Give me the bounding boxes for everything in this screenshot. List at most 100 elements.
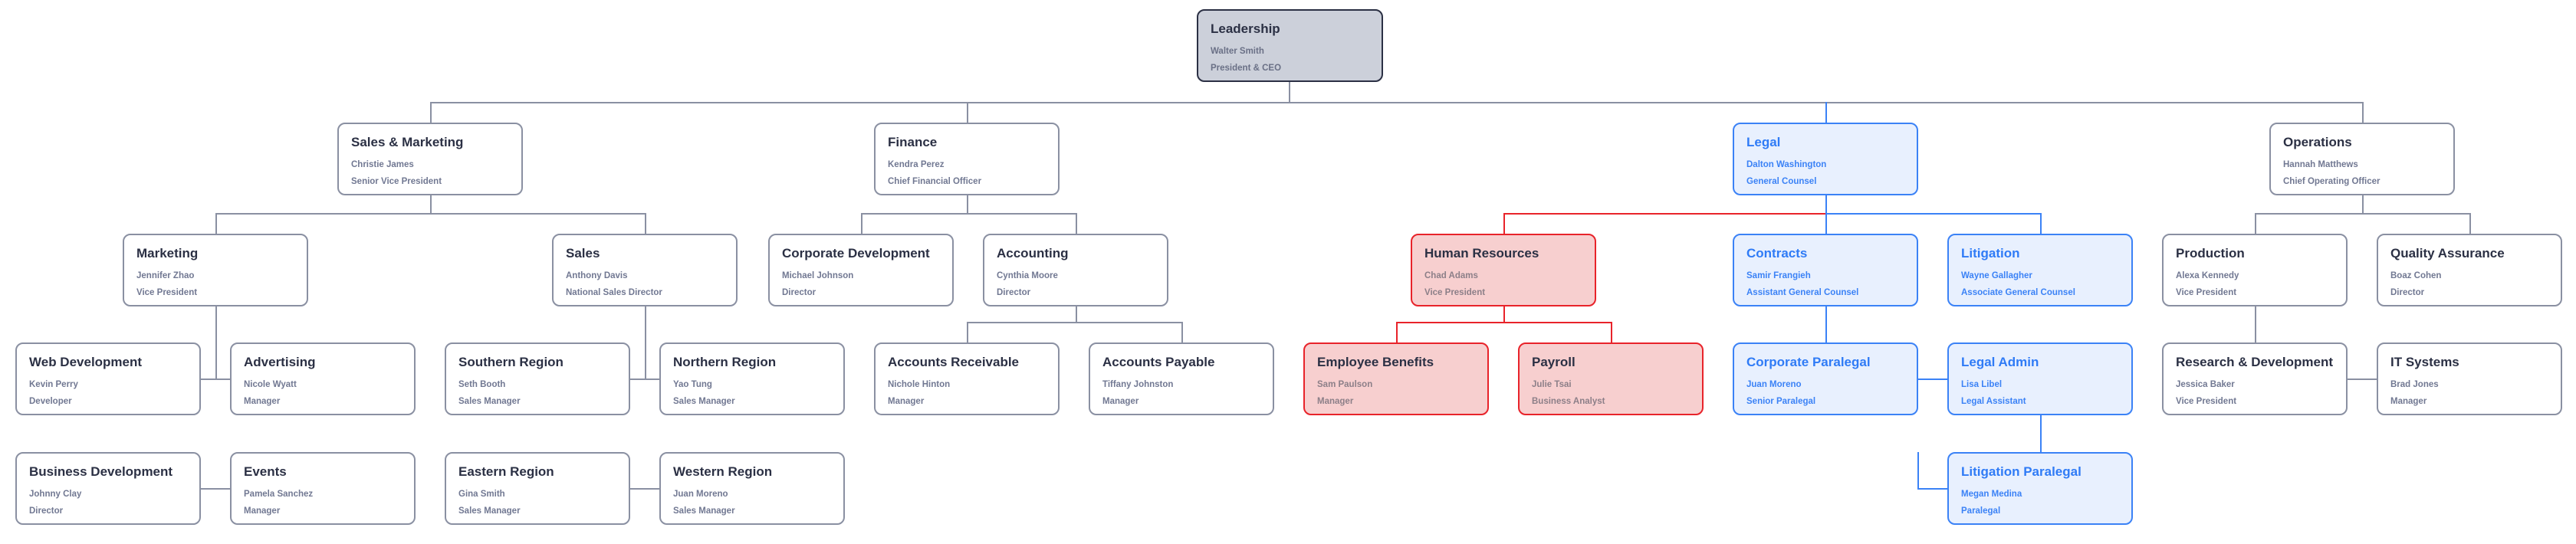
org-node-employee-benefits[interactable]: Employee Benefits Sam Paulson Manager xyxy=(1303,342,1489,415)
org-node-litigation-paralegal[interactable]: Litigation Paralegal Megan Medina Paralega… xyxy=(1947,452,2133,525)
connector-hr-bus xyxy=(1396,322,1611,323)
node-person-name: Jennifer Zhao xyxy=(136,270,195,280)
node-person-name: Nichole Hinton xyxy=(888,379,951,389)
node-person-name: Pamela Sanchez xyxy=(244,489,314,499)
org-node-accounting[interactable]: Accounting Cynthia Moore Director xyxy=(983,234,1168,306)
org-node-legal[interactable]: Legal Dalton Washington General Counsel xyxy=(1733,123,1918,195)
node-person-name: Hannah Matthews xyxy=(2283,159,2358,169)
org-chart-canvas: Leadership Walter Smith President & CEO Sal… xyxy=(0,0,2576,544)
node-person-role: Sales Manager xyxy=(458,506,521,516)
org-node-sales-marketing[interactable]: Sales & Marketing Christie James Senior Vi… xyxy=(337,123,523,195)
node-title: Sales xyxy=(566,246,600,261)
node-person-role: Sales Manager xyxy=(458,396,521,406)
org-node-web-development[interactable]: Web Development Kevin Perry Developer xyxy=(15,342,201,415)
node-person-role: Manager xyxy=(2390,396,2427,406)
connector-fin-drop-acct xyxy=(1076,213,1077,234)
connector-hr-drop xyxy=(1503,213,1505,234)
org-node-legal-admin[interactable]: Legal Admin Lisa Libel Legal Assistant xyxy=(1947,342,2133,415)
node-person-role: Senior Paralegal xyxy=(1746,396,1816,406)
node-person-name: Julie Tsai xyxy=(1532,379,1572,389)
node-person-role: Manager xyxy=(244,506,281,516)
node-person-name: Gina Smith xyxy=(458,489,505,499)
node-title: Research & Development xyxy=(2176,355,2334,369)
org-node-sales[interactable]: Sales Anthony Davis National Sales Directo… xyxy=(552,234,738,306)
org-node-accounts-payable[interactable]: Accounts Payable Tiffany Johnston Manager xyxy=(1089,342,1274,415)
node-person-role: Senior Vice President xyxy=(351,176,442,186)
org-node-it-systems[interactable]: IT Systems Brad Jones Manager xyxy=(2377,342,2562,415)
node-title: Business Development xyxy=(29,464,173,479)
node-person-role: Director xyxy=(2390,287,2425,297)
org-node-litigation[interactable]: Litigation Wayne Gallagher Associate Gener… xyxy=(1947,234,2133,306)
connector-root-bus xyxy=(430,102,2362,103)
connector-drop-sales-mkt xyxy=(430,102,432,123)
node-person-role: Director xyxy=(29,506,64,516)
connector-sm-drop-mkt xyxy=(215,213,217,234)
org-node-events[interactable]: Events Pamela Sanchez Manager xyxy=(230,452,416,525)
node-person-role: Sales Manager xyxy=(673,506,735,516)
node-person-role: Manager xyxy=(888,396,925,406)
org-node-quality-assurance[interactable]: Quality Assurance Boaz Cohen Director xyxy=(2377,234,2562,306)
node-title: Legal xyxy=(1746,135,1781,149)
node-title: Legal Admin xyxy=(1961,355,2039,369)
org-node-operations[interactable]: Operations Hannah Matthews Chief Operating… xyxy=(2269,123,2455,195)
node-person-name: Kendra Perez xyxy=(888,159,945,169)
org-node-corporate-development[interactable]: Corporate Development Michael Johnson Dire… xyxy=(768,234,954,306)
node-title: Eastern Region xyxy=(458,464,554,479)
connector-fin-drop-cd xyxy=(861,213,863,234)
node-person-name: Sam Paulson xyxy=(1317,379,1373,389)
node-person-role: General Counsel xyxy=(1746,176,1817,186)
org-node-payroll[interactable]: Payroll Julie Tsai Business Analyst xyxy=(1518,342,1704,415)
org-node-northern-region[interactable]: Northern Region Yao Tung Sales Manager xyxy=(659,342,845,415)
node-person-name: Brad Jones xyxy=(2390,379,2439,389)
connector-sm-drop-sales xyxy=(645,213,646,234)
connector-acct-down xyxy=(1076,306,1077,322)
org-node-accounts-receivable[interactable]: Accounts Receivable Nichole Hinton Manager xyxy=(874,342,1060,415)
node-person-name: Jessica Baker xyxy=(2176,379,2235,389)
org-node-marketing[interactable]: Marketing Jennifer Zhao Vice President xyxy=(123,234,308,306)
org-node-leadership[interactable]: Leadership Walter Smith President & CEO xyxy=(1197,9,1383,82)
node-person-name: Juan Moreno xyxy=(673,489,728,499)
node-title: Sales & Marketing xyxy=(351,135,464,149)
connector-root-down xyxy=(1289,82,1290,102)
org-node-human-resources[interactable]: Human Resources Chad Adams Vice President xyxy=(1411,234,1596,306)
connector-acct-drop-ap xyxy=(1181,322,1183,342)
node-title: IT Systems xyxy=(2390,355,2459,369)
node-title: Production xyxy=(2176,246,2245,261)
connector-legal-hr-bus xyxy=(1503,213,1825,215)
org-node-research-development[interactable]: Research & Development Jessica Baker Vice … xyxy=(2162,342,2348,415)
node-person-name: Chad Adams xyxy=(1424,270,1478,280)
org-node-eastern-region[interactable]: Eastern Region Gina Smith Sales Manager xyxy=(445,452,630,525)
connector-fin-bus xyxy=(861,213,1076,215)
node-person-role: Director xyxy=(782,287,816,297)
node-person-role: Vice President xyxy=(2176,396,2237,406)
org-node-western-region[interactable]: Western Region Juan Moreno Sales Manager xyxy=(659,452,845,525)
node-title: Contracts xyxy=(1746,246,1808,261)
org-node-southern-region[interactable]: Southern Region Seth Booth Sales Manager xyxy=(445,342,630,415)
node-person-role: Manager xyxy=(1102,396,1139,406)
node-title: Finance xyxy=(888,135,938,149)
org-node-advertising[interactable]: Advertising Nicole Wyatt Manager xyxy=(230,342,416,415)
node-person-name: Christie James xyxy=(351,159,414,169)
node-title: Operations xyxy=(2283,135,2352,149)
node-person-name: Megan Medina xyxy=(1961,489,2022,499)
node-person-name: Kevin Perry xyxy=(29,379,78,389)
node-person-role: Chief Financial Officer xyxy=(888,176,982,186)
node-person-role: Legal Assistant xyxy=(1961,396,2026,406)
node-person-name: Cynthia Moore xyxy=(997,270,1058,280)
node-person-name: Walter Smith xyxy=(1211,46,1264,56)
connector-ops-bus xyxy=(2255,213,2469,215)
node-title: Web Development xyxy=(29,355,143,369)
connector-sm-down xyxy=(430,195,432,213)
org-node-contracts[interactable]: Contracts Samir Frangieh Assistant General… xyxy=(1733,234,1918,306)
org-node-business-development[interactable]: Business Development Johnny Clay Director xyxy=(15,452,201,525)
org-node-corporate-paralegal[interactable]: Corporate Paralegal Juan Moreno Senior Par… xyxy=(1733,342,1918,415)
org-node-finance[interactable]: Finance Kendra Perez Chief Financial Offic… xyxy=(874,123,1060,195)
node-person-name: Boaz Cohen xyxy=(2390,270,2442,280)
org-node-production[interactable]: Production Alexa Kennedy Vice President xyxy=(2162,234,2348,306)
node-title: Payroll xyxy=(1532,355,1576,369)
node-title: Quality Assurance xyxy=(2390,246,2505,261)
node-person-name: Juan Moreno xyxy=(1746,379,1802,389)
connector-hr-drop-eb xyxy=(1396,322,1398,342)
node-person-role: Manager xyxy=(244,396,281,406)
node-title: Employee Benefits xyxy=(1317,355,1434,369)
